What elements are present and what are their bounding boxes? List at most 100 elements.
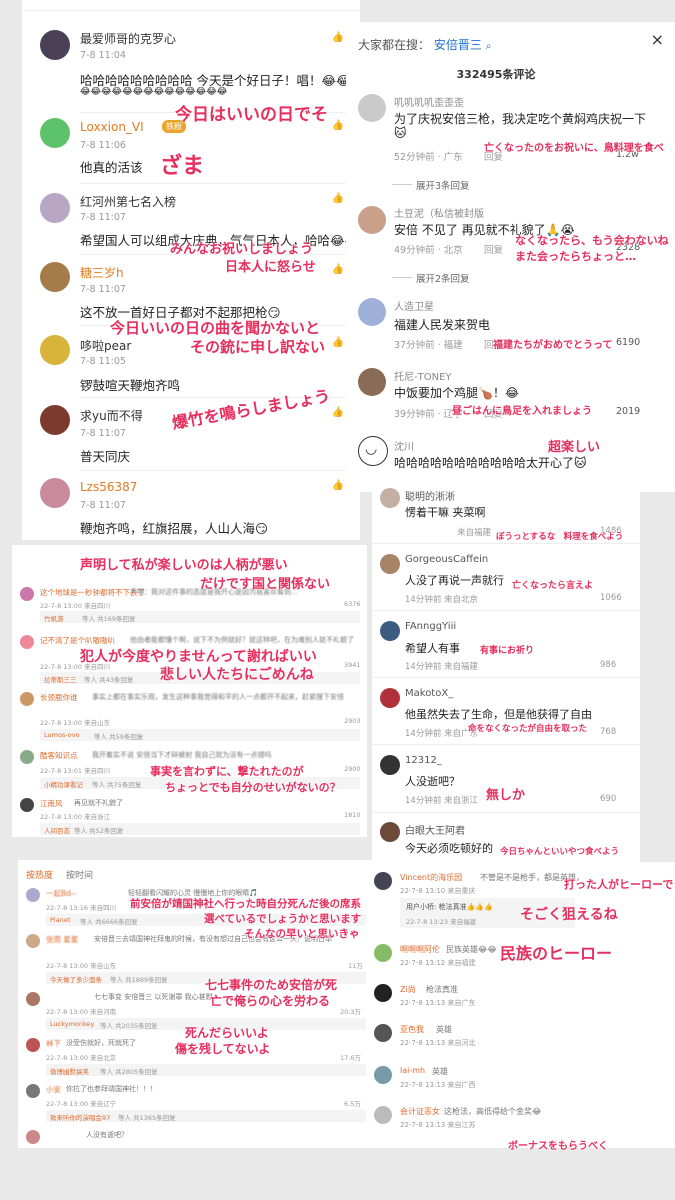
- comment-author[interactable]: 求yu而不得: [80, 407, 143, 424]
- like-count[interactable]: 2019: [616, 406, 640, 417]
- reply-count[interactable]: 等人 共2805条回复: [100, 1066, 158, 1076]
- like-count[interactable]: 986: [600, 660, 616, 670]
- comment-author[interactable]: 长颈鹿你谁: [40, 692, 78, 703]
- reply-count[interactable]: 等人 共75条回复: [92, 779, 141, 789]
- reply-count[interactable]: 等人 共59条回复: [94, 731, 143, 741]
- reply-count[interactable]: 等人 共1365条回复: [118, 1112, 176, 1122]
- reply-author[interactable]: 小精功课看记: [44, 779, 83, 789]
- like-count[interactable]: 20.3万: [340, 1006, 361, 1016]
- avatar[interactable]: [374, 1066, 392, 1084]
- like-icon[interactable]: 👍: [332, 120, 344, 131]
- comment-author[interactable]: 叽叽叽叽歪歪歪: [394, 94, 464, 109]
- like-count[interactable]: 17.6万: [340, 1052, 361, 1062]
- avatar[interactable]: [358, 368, 386, 396]
- comment-author[interactable]: 一起Bd--: [46, 888, 76, 899]
- reply-box[interactable]: [46, 1064, 366, 1076]
- comment-author[interactable]: lai-mh: [400, 1066, 425, 1075]
- tab-by-time[interactable]: 按时间: [66, 868, 93, 881]
- expand-replies[interactable]: 展开2条回复: [416, 271, 470, 285]
- avatar[interactable]: [380, 688, 400, 708]
- like-count[interactable]: 768: [600, 727, 616, 737]
- comment-author[interactable]: 小安: [46, 1084, 61, 1095]
- avatar[interactable]: [380, 755, 400, 775]
- avatar[interactable]: [20, 798, 34, 812]
- like-icon[interactable]: 👍: [332, 264, 344, 275]
- avatar[interactable]: [358, 206, 386, 234]
- comment-author[interactable]: Vincent的海乐园: [400, 872, 462, 883]
- avatar[interactable]: [26, 992, 40, 1006]
- comment-author[interactable]: 记不清了是个叭嗷嗷叭: [40, 635, 115, 646]
- reply-author[interactable]: Planet: [50, 916, 70, 924]
- comment-author[interactable]: Zi尚: [400, 984, 416, 995]
- comment-author[interactable]: Loxxion_VI: [80, 120, 144, 134]
- comment-author[interactable]: 人造卫星: [394, 298, 434, 313]
- reply-author[interactable]: 今天做了多少面条: [50, 974, 102, 984]
- comment-author[interactable]: 张雨 星星: [46, 934, 78, 945]
- avatar[interactable]: [380, 822, 400, 842]
- like-icon[interactable]: 👍: [332, 407, 344, 418]
- search-banner[interactable]: 大家都在搜： 安倍晋三 ⌕: [358, 36, 491, 53]
- comment-author[interactable]: 白眼大王阿君: [405, 822, 465, 837]
- avatar[interactable]: [40, 30, 70, 60]
- reply-count[interactable]: 等人 共169条回复: [82, 613, 135, 623]
- comment-author[interactable]: 江南风: [40, 798, 63, 809]
- like-icon[interactable]: 👍: [332, 337, 344, 348]
- comment-author[interactable]: 林下: [46, 1038, 61, 1049]
- avatar[interactable]: [380, 554, 400, 574]
- comment-author[interactable]: 红河州第七名入榜: [80, 193, 176, 210]
- reply-author[interactable]: 拉蒂斯三三: [44, 674, 77, 684]
- avatar[interactable]: [26, 888, 40, 902]
- reply-count[interactable]: 等人 共1889条回复: [110, 974, 168, 984]
- avatar[interactable]: [26, 1084, 40, 1098]
- avatar[interactable]: [26, 1038, 40, 1052]
- expand-replies[interactable]: 展开3条回复: [416, 178, 470, 192]
- comment-author[interactable]: 啊啊啊阿伦: [400, 944, 440, 955]
- avatar[interactable]: [380, 488, 400, 508]
- avatar[interactable]: [374, 944, 392, 962]
- tab-by-hot[interactable]: 按热度: [26, 868, 53, 881]
- avatar[interactable]: [40, 118, 70, 148]
- avatar[interactable]: [358, 298, 386, 326]
- like-count[interactable]: 6.5万: [344, 1098, 361, 1108]
- like-count[interactable]: 6190: [616, 337, 640, 348]
- avatar[interactable]: [20, 635, 34, 649]
- avatar[interactable]: [20, 587, 34, 601]
- comment-author[interactable]: 聪明的淅淅: [405, 488, 455, 503]
- like-icon[interactable]: 👍: [332, 32, 344, 43]
- reply-author[interactable]: 微博幽默搞笑: [50, 1066, 89, 1076]
- comment-author[interactable]: FAnnggYiii: [405, 621, 456, 632]
- avatar[interactable]: [40, 478, 70, 508]
- reply-count[interactable]: 等人 共43条回复: [84, 674, 133, 684]
- close-icon[interactable]: ×: [651, 30, 664, 49]
- avatar[interactable]: [374, 1024, 392, 1042]
- reply-author[interactable]: Lumos-ovo: [44, 731, 80, 739]
- like-count[interactable]: 6376: [344, 600, 361, 608]
- comment-author[interactable]: 沈川: [394, 438, 414, 453]
- like-icon[interactable]: 👍: [332, 480, 344, 491]
- avatar[interactable]: [358, 94, 386, 122]
- avatar[interactable]: [26, 1130, 40, 1144]
- comment-author[interactable]: 哆啦pear: [80, 337, 131, 354]
- comment-author[interactable]: 12312_: [405, 755, 442, 766]
- comment-author[interactable]: Lzs56387: [80, 480, 137, 494]
- reply-button[interactable]: 回复: [484, 242, 503, 256]
- avatar[interactable]: [374, 872, 392, 890]
- avatar[interactable]: [40, 193, 70, 223]
- avatar[interactable]: [374, 1106, 392, 1124]
- avatar[interactable]: [40, 405, 70, 435]
- avatar[interactable]: [374, 984, 392, 1002]
- reply-count[interactable]: 等人 共6666条回复: [80, 916, 138, 926]
- comment-author[interactable]: 糖三岁h: [80, 264, 124, 281]
- comment-author[interactable]: GorgeousCaffein: [405, 554, 488, 565]
- search-term[interactable]: 安倍晋三: [434, 38, 482, 52]
- reply-author[interactable]: 致来听你的演唱会97: [50, 1112, 110, 1122]
- avatar[interactable]: [40, 335, 70, 365]
- reply-count[interactable]: 等人 共2035条回复: [100, 1020, 158, 1030]
- reply-count[interactable]: 等人 共52条回复: [74, 825, 123, 835]
- avatar[interactable]: [40, 262, 70, 292]
- like-count[interactable]: 11万: [348, 960, 363, 970]
- reply-author[interactable]: 人间百态: [44, 825, 70, 835]
- like-icon[interactable]: 👍: [332, 193, 344, 204]
- like-count[interactable]: 690: [600, 794, 616, 804]
- comment-author[interactable]: 最爱师哥的克罗心: [80, 30, 176, 47]
